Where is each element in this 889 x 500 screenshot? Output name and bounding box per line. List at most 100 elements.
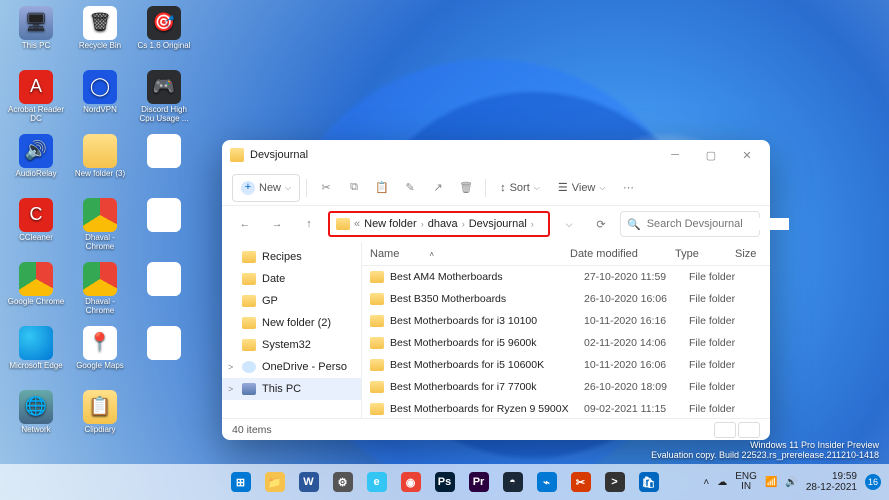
tray-lang[interactable]: ENG IN xyxy=(735,472,757,492)
new-button[interactable]: + New ⌵ xyxy=(232,174,300,202)
desktop-icon-gmaps[interactable]: 📍Google Maps xyxy=(70,326,130,386)
volume-icon[interactable]: 🔊 xyxy=(785,477,797,488)
desktop-icon-recycle-bin[interactable]: 🗑Recycle Bin xyxy=(70,6,130,66)
breadcrumb-seg[interactable]: Devsjournal xyxy=(469,218,527,230)
snip-icon: ✂ xyxy=(571,472,591,492)
taskbar-app-start[interactable]: ⊞ xyxy=(227,468,255,496)
breadcrumb-seg[interactable]: dhava xyxy=(428,218,458,230)
taskbar: ⊞📁W⚙e◉PsPr◓⌁ ✂ >🛍 ˄ ☁ ENG IN 📶 🔊 19:59 28-… xyxy=(0,464,889,500)
sidebar-item[interactable]: Date xyxy=(222,268,361,290)
desktop-icon-acrobat[interactable]: AAcrobat Reader DC xyxy=(6,70,66,130)
minimize-button[interactable]: ─ xyxy=(660,143,690,167)
desktop-icon-newfolder3[interactable]: New folder (3) xyxy=(70,134,130,194)
tray-chevron-icon[interactable]: ˄ xyxy=(703,477,709,488)
desktop-icon-blank3[interactable] xyxy=(134,262,194,322)
desktop-icon-cs16[interactable]: 🎯Cs 1.6 Original xyxy=(134,6,194,66)
desktop-icon-edge[interactable]: Microsoft Edge xyxy=(6,326,66,386)
desktop-icon-blank1[interactable] xyxy=(134,134,194,194)
taskbar-app-store[interactable]: 🛍 xyxy=(635,468,663,496)
desktop-icon-nordvpn[interactable]: ◯NordVPN xyxy=(70,70,130,130)
desktop-icon-network[interactable]: 🌐Network xyxy=(6,390,66,450)
sidebar-item[interactable]: Recipes xyxy=(222,246,361,268)
col-type[interactable]: Type xyxy=(675,248,735,260)
file-row[interactable]: Best B350 Motherboards 26-10-2020 16:06 … xyxy=(362,288,770,310)
file-row[interactable]: Best Motherboards for i5 9600k 02-11-202… xyxy=(362,332,770,354)
search-box[interactable]: 🔍 xyxy=(620,211,760,237)
newfolder3-icon xyxy=(83,134,117,168)
desktop-icon-this-pc[interactable]: 🖥This PC xyxy=(6,6,66,66)
up-button[interactable]: ↑ xyxy=(296,211,322,237)
sidebar-item[interactable]: >This PC xyxy=(222,378,361,400)
file-row[interactable]: Best Motherboards for i7 7700k 26-10-202… xyxy=(362,376,770,398)
paste-icon[interactable]: 📋 xyxy=(369,175,395,201)
share-icon[interactable]: ↗ xyxy=(425,175,451,201)
cut-icon[interactable]: ✂ xyxy=(313,175,339,201)
taskbar-app-edge[interactable]: e xyxy=(363,468,391,496)
notification-badge[interactable]: 16 xyxy=(865,474,881,490)
network-icon: 🌐 xyxy=(19,390,53,424)
tray-cloud-icon[interactable]: ☁ xyxy=(717,477,727,488)
sort-button[interactable]: ↕ Sort ⌵ xyxy=(492,174,548,202)
nordvpn-icon: ◯ xyxy=(83,70,117,104)
close-button[interactable]: ✕ xyxy=(732,143,762,167)
breadcrumb-seg[interactable]: New folder xyxy=(364,218,417,230)
maximize-button[interactable]: ▢ xyxy=(696,143,726,167)
address-bar[interactable]: « New folder › dhava › Devsjournal › xyxy=(328,211,550,237)
titlebar[interactable]: Devsjournal ─ ▢ ✕ xyxy=(222,140,770,170)
column-headers[interactable]: Name˄ Date modified Type Size xyxy=(362,242,770,266)
system-tray[interactable]: ˄ ☁ ENG IN 📶 🔊 19:59 28-12-2021 16 xyxy=(703,471,881,493)
file-row[interactable]: Best AM4 Motherboards 27-10-2020 11:59 F… xyxy=(362,266,770,288)
expand-caret-icon[interactable]: > xyxy=(228,362,233,372)
desktop-icon-ccleaner[interactable]: CCCleaner xyxy=(6,198,66,258)
refresh-button[interactable]: ⟳ xyxy=(588,211,614,237)
col-name[interactable]: Name xyxy=(370,248,399,260)
wifi-icon[interactable]: 📶 xyxy=(765,477,777,488)
taskbar-app-snip[interactable]: ✂ xyxy=(567,468,595,496)
more-icon[interactable]: ⋯ xyxy=(615,175,641,201)
address-dropdown-button[interactable]: ⌵ xyxy=(556,211,582,237)
desktop-icon-blank4[interactable] xyxy=(134,326,194,386)
view-button[interactable]: ☰ View ⌵ xyxy=(550,174,614,202)
thumb-view-toggle[interactable] xyxy=(738,422,760,438)
file-row[interactable]: Best Motherboards for i3 10100 10-11-202… xyxy=(362,310,770,332)
sidebar-item[interactable]: >OneDrive - Perso xyxy=(222,356,361,378)
desktop-icon-dhaval-chrome[interactable]: Dhaval - Chrome xyxy=(70,198,130,258)
taskbar-app-vscode[interactable]: ⌁ xyxy=(533,468,561,496)
desktop-icon-dhaval-chrome2[interactable]: Dhaval - Chrome xyxy=(70,262,130,322)
sidebar-item[interactable]: System32 xyxy=(222,334,361,356)
file-row-type: File folder xyxy=(689,359,749,371)
desktop-icon-audiorelay[interactable]: 🔊AudioRelay xyxy=(6,134,66,194)
back-button[interactable]: ← xyxy=(232,211,258,237)
delete-icon[interactable]: 🗑 xyxy=(453,175,479,201)
file-row-type: File folder xyxy=(689,381,749,393)
taskbar-app-premiere[interactable]: Pr xyxy=(465,468,493,496)
file-row-name: Best Motherboards for i7 7700k xyxy=(390,381,584,393)
sidebar-item[interactable]: GP xyxy=(222,290,361,312)
rename-icon[interactable]: ✎ xyxy=(397,175,423,201)
this-pc-icon: 🖥 xyxy=(19,6,53,40)
taskbar-app-settings[interactable]: ⚙ xyxy=(329,468,357,496)
file-row[interactable]: Best Motherboards for Ryzen 9 5900X 09-0… xyxy=(362,398,770,418)
expand-caret-icon[interactable]: > xyxy=(228,384,233,394)
col-date[interactable]: Date modified xyxy=(570,248,675,260)
forward-button[interactable]: → xyxy=(264,211,290,237)
search-input[interactable] xyxy=(647,218,789,230)
file-row[interactable]: Best Motherboards for i5 10600K 10-11-20… xyxy=(362,354,770,376)
desktop-icon-google-chrome[interactable]: Google Chrome xyxy=(6,262,66,322)
taskbar-app-terminal[interactable]: > xyxy=(601,468,629,496)
taskbar-app-chrome[interactable]: ◉ xyxy=(397,468,425,496)
desktop-icon-discord[interactable]: 🎮Discord High Cpu Usage ... xyxy=(134,70,194,130)
clock[interactable]: 19:59 28-12-2021 xyxy=(806,471,857,493)
taskbar-app-explorer[interactable]: 📁 xyxy=(261,468,289,496)
desktop-icon-clipdiary[interactable]: 📋Clipdiary xyxy=(70,390,130,450)
copy-icon[interactable]: ⧉ xyxy=(341,175,367,201)
sidebar-item-label: System32 xyxy=(262,339,311,351)
col-size[interactable]: Size xyxy=(735,248,756,260)
desktop-icon-label: CCleaner xyxy=(6,234,66,243)
sidebar-item[interactable]: New folder (2) xyxy=(222,312,361,334)
taskbar-app-photoshop[interactable]: Ps xyxy=(431,468,459,496)
desktop-icon-blank2[interactable] xyxy=(134,198,194,258)
taskbar-app-steam[interactable]: ◓ xyxy=(499,468,527,496)
taskbar-app-word[interactable]: W xyxy=(295,468,323,496)
details-view-toggle[interactable] xyxy=(714,422,736,438)
